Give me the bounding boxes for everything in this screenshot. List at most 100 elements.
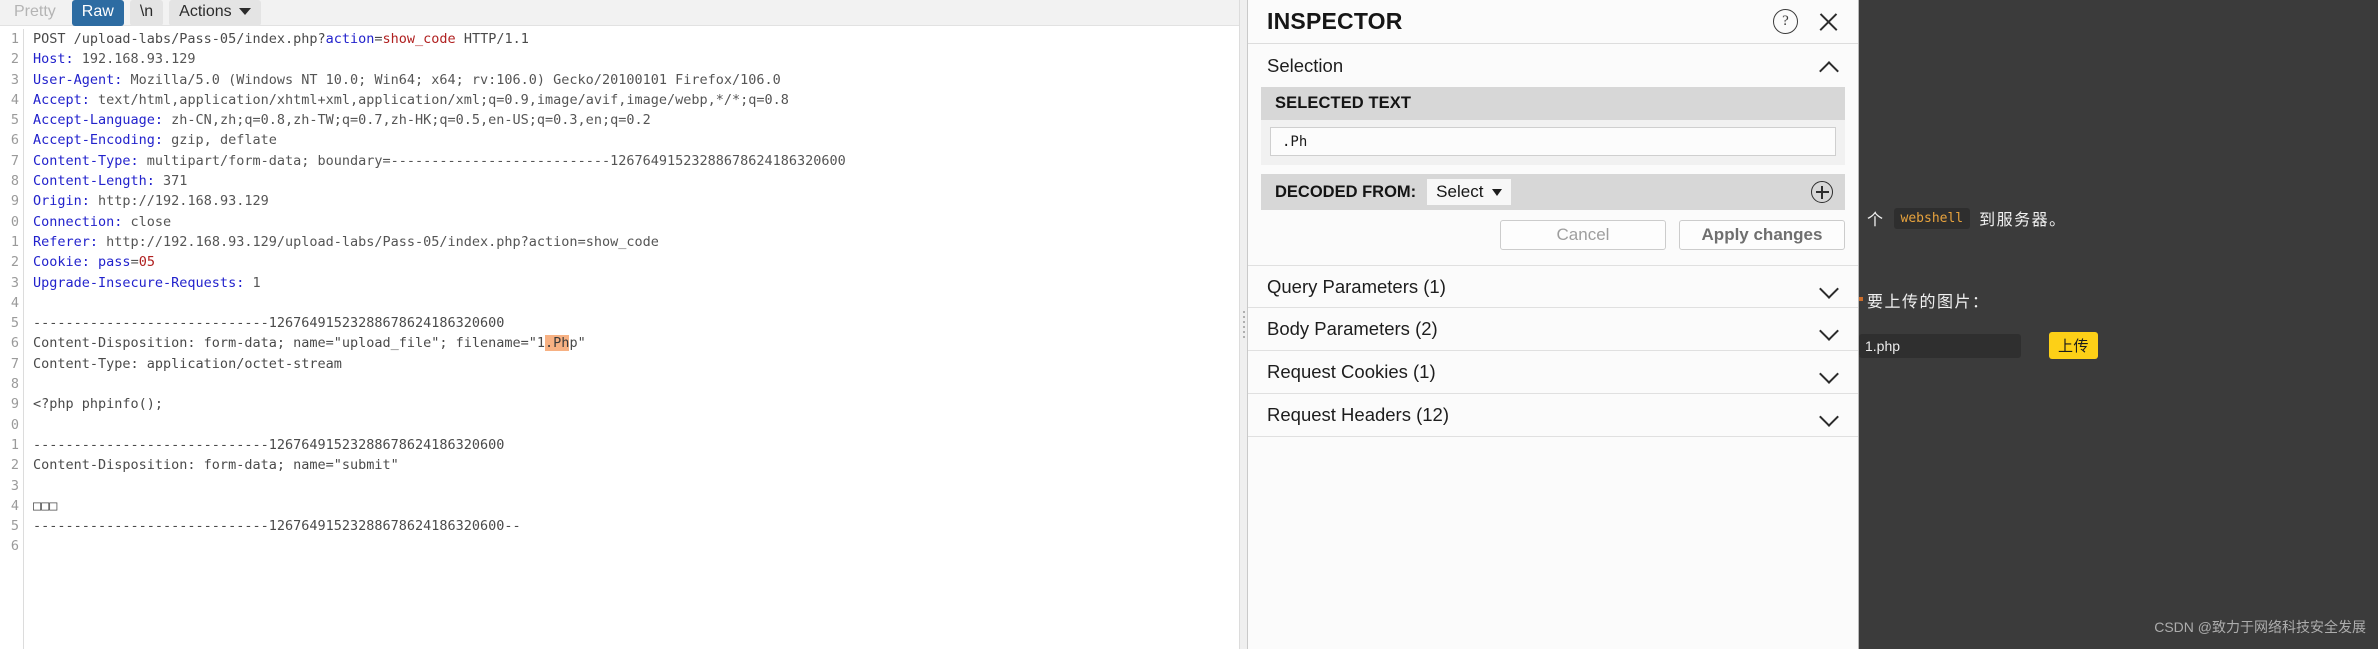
chevron-down-icon[interactable] xyxy=(1821,320,1839,338)
inspector-accordion-row[interactable]: Request Cookies (1) xyxy=(1248,351,1858,394)
selected-text-highlight: .Ph xyxy=(545,335,569,351)
line-number: 1 xyxy=(0,435,19,455)
line-number: 9 xyxy=(0,191,19,211)
line-number: 4 xyxy=(0,496,19,516)
upload-button[interactable]: 上传 xyxy=(2049,332,2098,359)
raw-request-code[interactable]: 12345678901234567890123456 POST /upload-… xyxy=(0,26,1247,649)
line-number: 0 xyxy=(0,415,19,435)
inspector-accordion-label: Request Cookies (1) xyxy=(1267,361,1821,383)
decoded-from-label: DECODED FROM: xyxy=(1275,183,1416,202)
line-number-gutter: 12345678901234567890123456 xyxy=(0,29,24,649)
tab-raw[interactable]: Raw xyxy=(72,0,124,26)
code-line: Origin: http://192.168.93.129 xyxy=(33,191,1247,211)
inspector-panel: INSPECTOR ? Selection SELECTED TEXT .Ph … xyxy=(1247,0,1859,649)
line-number: 1 xyxy=(0,29,19,49)
code-line: □□□ xyxy=(33,496,1247,516)
inspector-accordion-row[interactable]: Body Parameters (2) xyxy=(1248,308,1858,351)
file-input[interactable]: 1.php xyxy=(1859,334,2021,358)
inspector-accordion-label: Request Headers (12) xyxy=(1267,404,1821,426)
code-line: Content-Disposition: form-data; name="su… xyxy=(33,455,1247,475)
inspector-title: INSPECTOR xyxy=(1267,8,1773,35)
selected-text-body: .Ph xyxy=(1261,120,1845,165)
code-line: Host: 192.168.93.129 xyxy=(33,49,1247,69)
decoded-from-select[interactable]: Select xyxy=(1427,179,1511,205)
line-number: 5 xyxy=(0,516,19,536)
upload-prompt-label: 要上传的图片： xyxy=(1867,288,1990,312)
code-line: Referer: http://192.168.93.129/upload-la… xyxy=(33,232,1247,252)
cancel-button[interactable]: Cancel xyxy=(1500,220,1666,250)
line-number: 9 xyxy=(0,394,19,414)
apply-changes-button[interactable]: Apply changes xyxy=(1679,220,1845,250)
code-line: Content-Disposition: form-data; name="up… xyxy=(33,333,1247,353)
inspector-accordion-row[interactable]: Query Parameters (1) xyxy=(1248,265,1858,308)
selected-text-input[interactable]: .Ph xyxy=(1270,127,1836,156)
add-icon[interactable] xyxy=(1811,181,1833,203)
line-number: 6 xyxy=(0,130,19,150)
chevron-down-icon xyxy=(239,8,251,15)
code-line: POST /upload-labs/Pass-05/index.php?acti… xyxy=(33,29,1247,49)
line-number: 6 xyxy=(0,333,19,353)
code-line xyxy=(33,374,1247,394)
code-line: -----------------------------12676491523… xyxy=(33,313,1247,333)
close-icon[interactable] xyxy=(1815,9,1841,35)
decoded-from-select-value: Select xyxy=(1436,182,1483,202)
code-line: Accept: text/html,application/xhtml+xml,… xyxy=(33,90,1247,110)
line1-prefix: 个 xyxy=(1867,206,1885,230)
code-line: -----------------------------12676491523… xyxy=(33,435,1247,455)
code-line: Content-Type: application/octet-stream xyxy=(33,354,1247,374)
code-line: -----------------------------12676491523… xyxy=(33,516,1247,536)
code-line: Accept-Encoding: gzip, deflate xyxy=(33,130,1247,150)
line1-suffix: 到服务器。 xyxy=(1979,206,2067,230)
selection-section-label: Selection xyxy=(1267,55,1821,77)
splitter-grip-icon xyxy=(1243,311,1245,338)
decoded-from-row: DECODED FROM: Select xyxy=(1261,174,1845,210)
chevron-down-icon[interactable] xyxy=(1821,406,1839,424)
code-line xyxy=(33,476,1247,496)
line-number: 2 xyxy=(0,49,19,69)
chevron-down-icon[interactable] xyxy=(1821,278,1839,296)
line-number: 4 xyxy=(0,293,19,313)
code-line: Accept-Language: zh-CN,zh;q=0.8,zh-TW;q=… xyxy=(33,110,1247,130)
line-number: 3 xyxy=(0,273,19,293)
selection-section-header[interactable]: Selection xyxy=(1248,44,1858,87)
line-number: 8 xyxy=(0,171,19,191)
inspector-accordion-label: Body Parameters (2) xyxy=(1267,318,1821,340)
chevron-up-icon[interactable] xyxy=(1821,57,1839,75)
watermark: CSDN @致力于网络科技安全发展 xyxy=(2154,617,2366,637)
selected-text-block: SELECTED TEXT .Ph xyxy=(1248,87,1858,165)
line-number: 6 xyxy=(0,536,19,556)
inspector-accordion-row[interactable]: Request Headers (12) xyxy=(1248,394,1858,437)
code-line: Content-Length: 371 xyxy=(33,171,1247,191)
line-number: 3 xyxy=(0,476,19,496)
selected-text-label: SELECTED TEXT xyxy=(1261,87,1845,120)
code-line xyxy=(33,415,1247,435)
inspector-accordion-label: Query Parameters (1) xyxy=(1267,276,1821,298)
pane-splitter[interactable] xyxy=(1239,0,1247,649)
screen-root: Pretty Raw \n Actions 123456789012345678… xyxy=(0,0,2379,649)
code-lines[interactable]: POST /upload-labs/Pass-05/index.php?acti… xyxy=(24,29,1247,649)
page-text-line-1: 个 webshell 到服务器。 xyxy=(1867,206,2067,230)
line-number: 4 xyxy=(0,90,19,110)
upload-form: 1.php 上传 xyxy=(1859,332,2098,359)
tab-actions-label: Actions xyxy=(179,2,231,22)
code-line: Cookie: pass=05 xyxy=(33,252,1247,272)
code-line: <?php phpinfo(); xyxy=(33,394,1247,414)
line-number: 2 xyxy=(0,455,19,475)
request-editor-pane: Pretty Raw \n Actions 123456789012345678… xyxy=(0,0,1247,649)
line-number: 2 xyxy=(0,252,19,272)
help-icon[interactable]: ? xyxy=(1773,9,1798,34)
line-number: 5 xyxy=(0,313,19,333)
tab-actions[interactable]: Actions xyxy=(169,0,260,26)
code-line: Connection: close xyxy=(33,212,1247,232)
tab-pretty[interactable]: Pretty xyxy=(4,0,66,26)
inspector-header: INSPECTOR ? xyxy=(1248,0,1858,44)
code-line: Content-Type: multipart/form-data; bound… xyxy=(33,151,1247,171)
line-number: 7 xyxy=(0,151,19,171)
chevron-down-icon[interactable] xyxy=(1821,363,1839,381)
code-line xyxy=(33,536,1247,556)
inspector-actions: Cancel Apply changes xyxy=(1248,210,1858,250)
line-number: 1 xyxy=(0,232,19,252)
line-number: 3 xyxy=(0,70,19,90)
list-marker xyxy=(1859,297,1863,301)
tab-newline[interactable]: \n xyxy=(130,0,163,26)
